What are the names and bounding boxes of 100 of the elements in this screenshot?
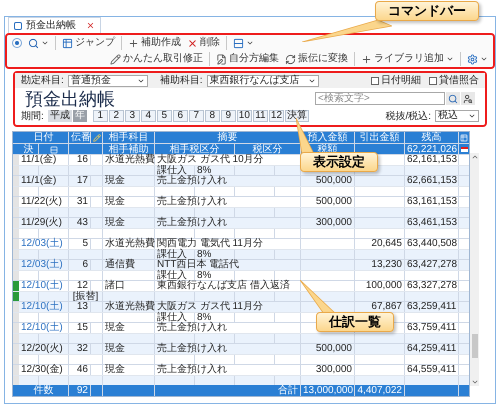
- account-select[interactable]: 普通預金: [68, 74, 148, 86]
- balance-cell: 63,259,411: [407, 301, 456, 312]
- scroll-up-icon[interactable]: [470, 153, 478, 161]
- column-header: 預入金額: [308, 132, 348, 143]
- search-icon: [28, 38, 39, 48]
- deposit-cell: 500,000: [316, 343, 352, 354]
- toolbar-button[interactable]: 振伝に変換: [282, 51, 351, 67]
- tax-rate-cell: 8%: [197, 249, 212, 260]
- scroll-down-icon[interactable]: [470, 378, 478, 386]
- deposit-cell: 300,000: [316, 217, 352, 228]
- memo-cell: 売上金預け入れ: [157, 175, 227, 186]
- total-label: 合計: [278, 385, 298, 396]
- account-cell: 水道光熱費: [105, 154, 155, 165]
- table-icon: [62, 38, 73, 48]
- balance-cell: 64,259,411: [407, 343, 456, 354]
- toolbar-button[interactable]: 自分方編集: [213, 51, 282, 67]
- memo-cell: 大阪ガス ガス代 11月分: [157, 301, 263, 312]
- checkbox[interactable]: 日付明細: [371, 73, 421, 88]
- search-icon: [448, 94, 458, 104]
- period-button[interactable]: 1: [92, 110, 108, 122]
- balance-cell: 62,161,153: [407, 154, 458, 165]
- plus-icon: [128, 38, 139, 48]
- account-cell: 現金: [105, 217, 125, 228]
- withdrawal-cell: 20,645: [371, 238, 402, 249]
- memo-cell: NTT西日本 電話代: [157, 259, 240, 270]
- period-label: 期間:: [21, 110, 44, 124]
- count-label: 件数: [34, 385, 54, 396]
- period-button[interactable]: 10: [236, 110, 252, 122]
- period-button[interactable]: 5: [156, 110, 172, 122]
- column-header: 日付: [34, 132, 54, 143]
- callout: 仕訳一覧: [316, 312, 394, 332]
- tax-mode-select[interactable]: 税込: [435, 110, 479, 122]
- period-button[interactable]: 4: [140, 110, 156, 122]
- withdrawal-cell: 67,867: [371, 301, 402, 312]
- tax-class-cell: 課仕入: [157, 249, 187, 260]
- checkbox[interactable]: 貸借照合: [429, 73, 479, 88]
- balance-cell: 62,661,153: [407, 175, 458, 186]
- sub-account-select[interactable]: 東西銀行なんば支店: [206, 74, 319, 86]
- period-button[interactable]: 6: [172, 110, 188, 122]
- era-toggle[interactable]: 平成: [48, 110, 72, 122]
- edit-document-icon: [216, 54, 227, 64]
- slip-number: 6: [82, 259, 88, 270]
- deposit-cell: 500,000: [316, 196, 352, 207]
- slip-number: 17: [76, 175, 88, 186]
- column-header: 相手税区分: [170, 144, 220, 155]
- scrollbar-thumb[interactable]: [472, 334, 478, 358]
- period-button[interactable]: 3: [124, 110, 140, 122]
- period-button[interactable]: 8: [204, 110, 220, 122]
- toolbar-button[interactable]: かんたん取引修正: [107, 51, 206, 67]
- search-button[interactable]: [446, 92, 460, 105]
- tab-icon: [14, 22, 22, 30]
- column-header: 相手科目: [108, 132, 148, 143]
- slip-number: 32: [76, 343, 88, 354]
- period-button[interactable]: 9: [220, 110, 236, 122]
- user-search-icon: [463, 94, 473, 104]
- date-cell: 12/30(金): [21, 364, 63, 375]
- column-header: 残高: [422, 132, 442, 143]
- withdrawal-cell: 100,000: [366, 280, 402, 291]
- user-search-button[interactable]: [461, 92, 475, 105]
- account-cell: 水道光熱費: [105, 301, 155, 312]
- toolbar-button[interactable]: 削除: [184, 35, 223, 51]
- slip-number: 43: [76, 217, 88, 228]
- account-cell: 現金: [105, 343, 125, 354]
- memo-cell: 売上金預け入れ: [157, 196, 227, 207]
- callout-pointer: [296, 118, 316, 154]
- toolbar-button[interactable]: ジャンプ: [59, 35, 118, 51]
- column-header: 摘要: [218, 132, 238, 143]
- plus-icon: [361, 54, 372, 64]
- close-icon[interactable]: [86, 21, 95, 30]
- balance-cell: 63,461,153: [407, 217, 458, 228]
- date-cell: 11/1(金): [21, 175, 56, 186]
- gear-icon: [467, 54, 478, 64]
- refresh-icon: [285, 54, 296, 64]
- tax-class-cell: 課仕入: [157, 312, 187, 323]
- tax-mode-label: 税抜/税込:: [385, 110, 431, 124]
- slip-number: 46: [76, 364, 88, 375]
- period-button[interactable]: 決算: [285, 110, 310, 122]
- slip-number: 31: [76, 196, 88, 207]
- date-cell: 12/03(土): [21, 238, 63, 249]
- scrollbar[interactable]: [470, 153, 479, 386]
- account-cell: 現金: [105, 175, 125, 186]
- toolbar-button[interactable]: 補助作成: [125, 35, 184, 51]
- x-icon: [187, 38, 198, 48]
- date-cell: 12/20(火): [21, 343, 63, 354]
- pencil-icon: [92, 134, 100, 142]
- column-header: 引出金額: [360, 132, 400, 143]
- slip-number: 16: [76, 154, 88, 165]
- document-tab[interactable]: 預金出納帳: [8, 17, 101, 33]
- toolbar-button[interactable]: ライブラリ追加: [358, 51, 457, 67]
- account-cell: 水道光熱費: [105, 238, 155, 249]
- memo-cell: 売上金預け入れ: [157, 322, 227, 333]
- account-cell: 現金: [105, 322, 125, 333]
- period-button[interactable]: 7: [188, 110, 204, 122]
- account-cell: 現金: [105, 364, 125, 375]
- date-cell: 12/10(土): [21, 280, 63, 291]
- caret-icon: [480, 55, 488, 63]
- period-button[interactable]: 2: [108, 110, 124, 122]
- period-button[interactable]: 11: [252, 110, 268, 122]
- period-button[interactable]: 12: [268, 110, 284, 122]
- entry-tag: [振替]: [72, 291, 98, 302]
